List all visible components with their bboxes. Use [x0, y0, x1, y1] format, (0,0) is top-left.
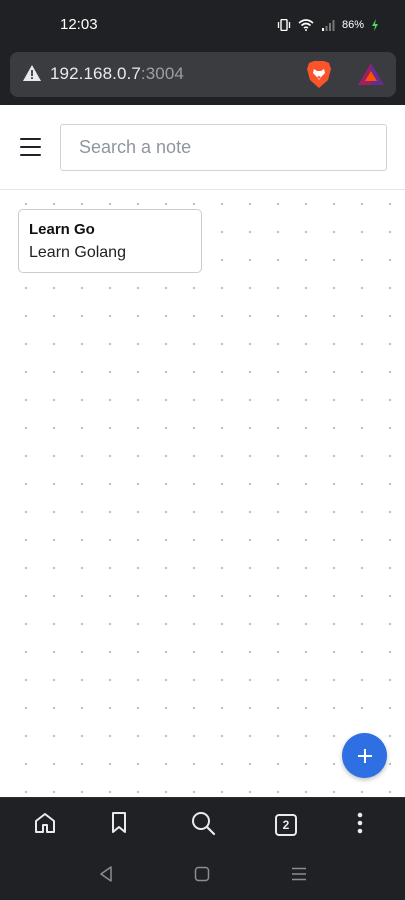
more-vert-icon [357, 812, 363, 839]
search-icon [190, 810, 216, 841]
hamburger-menu-icon [20, 138, 41, 140]
url-port: :3004 [140, 64, 184, 83]
notes-app: Learn Go Learn Golang [0, 105, 405, 797]
bookmark-icon [109, 811, 129, 840]
signal-icon [321, 19, 335, 31]
vibrate-icon [277, 19, 291, 31]
url-text[interactable]: 192.168.0.7:3004 [50, 64, 184, 84]
search-button[interactable] [188, 810, 218, 840]
browser-url-area: 192.168.0.7:3004 [0, 50, 405, 105]
home-square-icon [194, 866, 210, 887]
home-icon [33, 811, 57, 840]
plus-icon [342, 733, 387, 778]
brave-rewards-icon[interactable] [357, 62, 385, 91]
note-body: Learn Golang [29, 244, 126, 261]
hamburger-menu-icon-line [20, 154, 41, 156]
battery-charging-icon [371, 19, 379, 31]
url-bar[interactable]: 192.168.0.7:3004 [10, 52, 396, 97]
bookmark-button[interactable] [104, 810, 134, 840]
home-button[interactable] [30, 810, 60, 840]
more-options-button[interactable] [345, 810, 375, 840]
system-home-button[interactable] [190, 865, 214, 887]
back-button[interactable] [94, 865, 118, 887]
tabs-icon: 2 [275, 814, 297, 836]
hamburger-menu-icon-line [20, 146, 41, 148]
wifi-icon [298, 19, 314, 31]
menu-button[interactable] [14, 131, 48, 163]
battery-percent: 86% [341, 19, 364, 31]
status-bar: 12:03 86% [0, 0, 405, 50]
status-time: 12:03 [60, 16, 98, 33]
search-input[interactable] [60, 124, 387, 171]
back-icon [99, 865, 113, 887]
note-card[interactable]: Learn Go Learn Golang [18, 209, 202, 273]
status-icons: 86% [277, 16, 379, 34]
recents-icon [291, 867, 307, 886]
url-host: 192.168.0.7 [50, 64, 141, 83]
note-title: Learn Go [29, 221, 95, 238]
not-secure-warning-icon[interactable] [22, 64, 42, 87]
add-note-button[interactable] [342, 733, 387, 778]
recents-button[interactable] [287, 865, 311, 887]
browser-toolbar: 2 [0, 797, 405, 851]
app-header [0, 105, 405, 190]
tabs-button[interactable]: 2 [271, 810, 301, 840]
system-nav-bar [0, 851, 405, 900]
brave-shields-icon[interactable] [306, 60, 332, 94]
